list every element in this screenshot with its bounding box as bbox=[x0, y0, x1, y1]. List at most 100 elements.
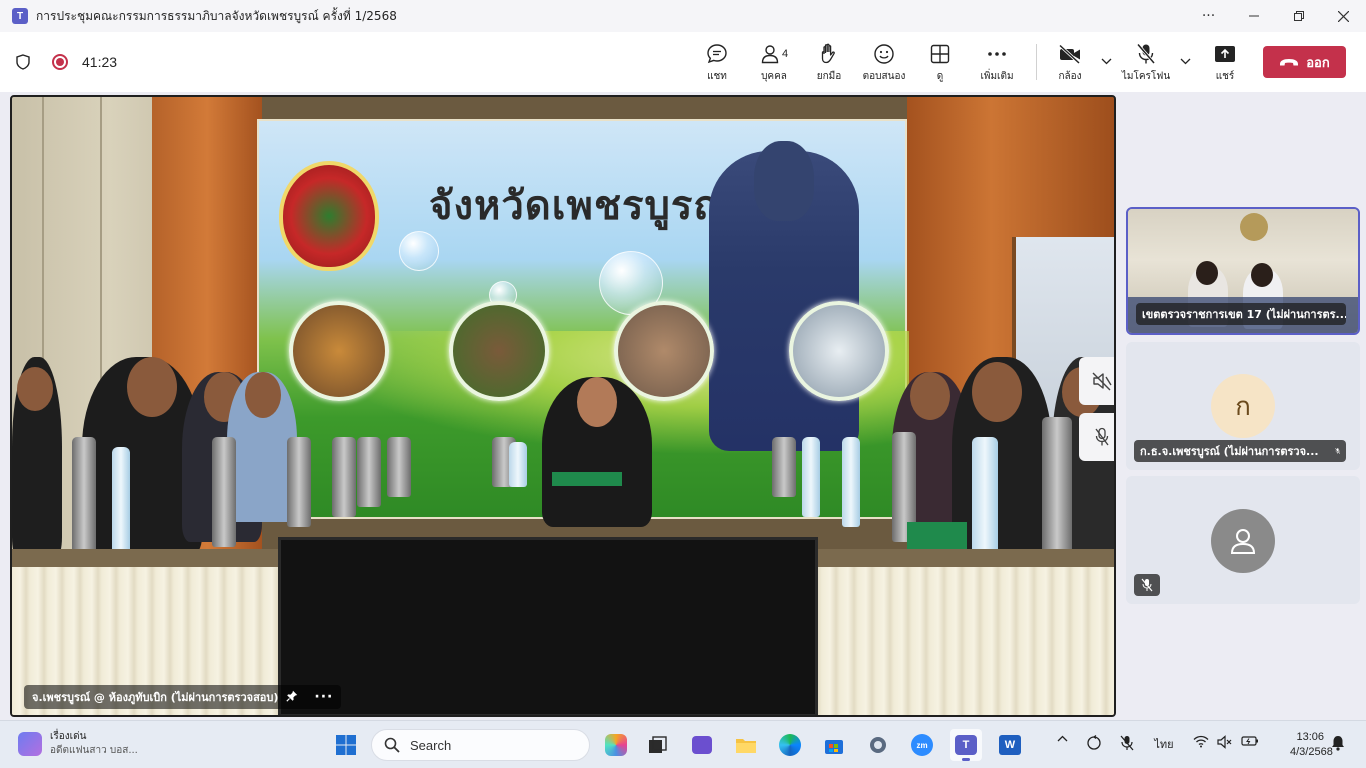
sync-status-button[interactable] bbox=[1085, 735, 1103, 751]
tv-screen bbox=[278, 537, 818, 715]
meeting-timer: 41:23 bbox=[82, 54, 118, 70]
people-icon: 4 bbox=[760, 41, 788, 67]
people-count: 4 bbox=[781, 47, 789, 60]
participant-avatar: ก bbox=[1211, 374, 1275, 438]
windows-taskbar: เรื่องเด่น อดีตแฟนสาว บอส... Search zm T… bbox=[0, 720, 1366, 768]
meeting-toolbar: 41:23 แชท 4 บุคคล ยกมือ ตอบสนอง ดู เพิ่ม… bbox=[0, 32, 1366, 92]
windows-logo-icon bbox=[336, 735, 356, 755]
people-label: บุคคล bbox=[761, 70, 787, 82]
mic-muted-icon bbox=[1120, 735, 1134, 751]
participant-tile-placeholder[interactable] bbox=[1126, 476, 1360, 604]
raise-hand-button[interactable]: ยกมือ bbox=[812, 32, 846, 92]
participant-tile-initial[interactable]: ก ก.ธ.จ.เพชรบูรณ์ (ไม่ผ่านการตรวจ... bbox=[1126, 342, 1360, 470]
notifications-button[interactable] bbox=[1330, 735, 1346, 751]
mic-label: ไมโครโฟน bbox=[1121, 70, 1171, 82]
chat-button[interactable]: แชท bbox=[700, 32, 734, 92]
taskbar-clock[interactable]: 13:06 4/3/2568 bbox=[1290, 730, 1333, 760]
clock-date: 4/3/2568 bbox=[1290, 746, 1333, 758]
hand-icon bbox=[819, 41, 839, 67]
bubble bbox=[399, 231, 439, 271]
more-options-button[interactable]: ··· bbox=[1186, 0, 1231, 32]
gear-icon bbox=[870, 737, 886, 753]
taskbar-search[interactable]: Search bbox=[371, 729, 590, 761]
mic-off-icon bbox=[1141, 578, 1153, 592]
more-button[interactable]: เพิ่มเติม bbox=[976, 32, 1018, 92]
file-explorer-button[interactable] bbox=[730, 729, 762, 761]
camera-options-chevron-icon[interactable] bbox=[1099, 54, 1113, 68]
toolbar-divider bbox=[1036, 44, 1037, 80]
folder-icon bbox=[736, 739, 756, 753]
copilot-icon bbox=[605, 734, 627, 756]
meeting-room-video: จังหวัดเพชรบูรณ์ bbox=[12, 97, 1114, 715]
shield-icon[interactable] bbox=[14, 53, 32, 71]
copilot-taskbar-button[interactable] bbox=[600, 729, 632, 761]
wifi-icon bbox=[1193, 735, 1209, 748]
battery-icon bbox=[1241, 736, 1258, 746]
news-title: เรื่องเด่น bbox=[50, 731, 87, 742]
banner-heading: จังหวัดเพชรบูรณ์ bbox=[429, 182, 732, 229]
show-hidden-icons-button[interactable] bbox=[1055, 735, 1069, 742]
emblem-icon bbox=[1240, 213, 1268, 241]
start-button[interactable] bbox=[330, 729, 362, 761]
mic-off-badge bbox=[1134, 574, 1160, 596]
clock-time: 13:06 bbox=[1296, 731, 1324, 743]
mic-muted-indicator[interactable] bbox=[1079, 413, 1114, 461]
smiley-icon bbox=[873, 41, 895, 67]
teams-taskbar-button[interactable]: T bbox=[950, 729, 982, 761]
mute-audio-button[interactable] bbox=[1079, 357, 1114, 405]
search-icon bbox=[384, 737, 400, 753]
share-button[interactable]: แชร์ bbox=[1210, 32, 1240, 92]
speaker-muted-icon bbox=[1092, 372, 1112, 391]
leave-button[interactable]: ออก bbox=[1263, 46, 1346, 78]
settings-button[interactable] bbox=[862, 729, 894, 761]
clipchamp-taskbar-button[interactable] bbox=[686, 729, 718, 761]
news-widget-icon bbox=[18, 732, 42, 756]
camera-off-icon bbox=[1058, 41, 1082, 67]
react-button[interactable]: ตอบสนอง bbox=[860, 32, 908, 92]
mic-button[interactable]: ไมโครโฟน bbox=[1120, 32, 1172, 92]
grid-view-icon bbox=[930, 41, 950, 67]
pin-icon[interactable] bbox=[286, 690, 298, 705]
restore-button[interactable] bbox=[1276, 0, 1321, 32]
camera-button[interactable]: กล้อง bbox=[1054, 32, 1086, 92]
stage-more-options-button[interactable]: ··· bbox=[314, 689, 333, 705]
window-controls: ··· bbox=[1186, 0, 1366, 32]
stage-participant-name: จ.เพชรบูรณ์ @ ห้องภูทับเบิก (ไม่ผ่านการต… bbox=[32, 691, 279, 704]
participant-name: เขตตรวจราชการเขต 17 (ไม่ผ่านการตร... bbox=[1136, 303, 1346, 325]
edge-icon bbox=[779, 734, 801, 756]
participant-name-bar: ก.ธ.จ.เพชรบูรณ์ (ไม่ผ่านการตรวจ... bbox=[1134, 440, 1346, 462]
word-taskbar-button[interactable]: W bbox=[994, 729, 1026, 761]
hang-up-icon bbox=[1280, 58, 1299, 65]
mic-options-chevron-icon[interactable] bbox=[1178, 54, 1192, 68]
task-view-button[interactable] bbox=[642, 729, 674, 761]
more-dots-icon bbox=[987, 41, 1007, 67]
react-label: ตอบสนอง bbox=[862, 70, 906, 82]
news-widget[interactable]: เรื่องเด่น อดีตแฟนสาว บอส... bbox=[18, 730, 138, 758]
teams-app-icon: T bbox=[12, 8, 28, 24]
battery-button[interactable] bbox=[1240, 735, 1260, 747]
close-button[interactable] bbox=[1321, 0, 1366, 32]
store-icon bbox=[825, 740, 843, 754]
sync-icon bbox=[1087, 735, 1101, 750]
tray-mic-button[interactable] bbox=[1118, 735, 1136, 751]
mic-muted-icon bbox=[1095, 427, 1109, 446]
store-button[interactable] bbox=[818, 729, 850, 761]
main-video-stage[interactable]: จังหวัดเพชรบูรณ์ จ.เพชรบูรณ์ @ ห้องภูทับ… bbox=[10, 95, 1116, 717]
participant-tile-video[interactable]: เขตตรวจราชการเขต 17 (ไม่ผ่านการตร... bbox=[1126, 207, 1360, 335]
share-label: แชร์ bbox=[1215, 70, 1235, 82]
view-button[interactable]: ดู bbox=[924, 32, 956, 92]
zoom-button[interactable]: zm bbox=[906, 729, 938, 761]
title-bar: T การประชุมคณะกรรมการธรรมาภิบาลจังหวัดเพ… bbox=[0, 0, 1366, 32]
input-language-button[interactable]: ไทย bbox=[1152, 735, 1176, 753]
task-view-icon bbox=[649, 736, 667, 753]
minimize-button[interactable] bbox=[1231, 0, 1276, 32]
edge-browser-button[interactable] bbox=[774, 729, 806, 761]
mic-off-icon bbox=[1136, 41, 1156, 67]
wifi-button[interactable] bbox=[1192, 735, 1210, 748]
volume-button[interactable] bbox=[1216, 735, 1234, 749]
people-button[interactable]: 4 บุคคล bbox=[754, 32, 794, 92]
raise-hand-label: ยกมือ bbox=[816, 70, 842, 82]
chat-label: แชท bbox=[707, 70, 727, 82]
window-title: การประชุมคณะกรรมการธรรมาภิบาลจังหวัดเพชร… bbox=[36, 8, 397, 23]
camera-label: กล้อง bbox=[1058, 70, 1082, 82]
